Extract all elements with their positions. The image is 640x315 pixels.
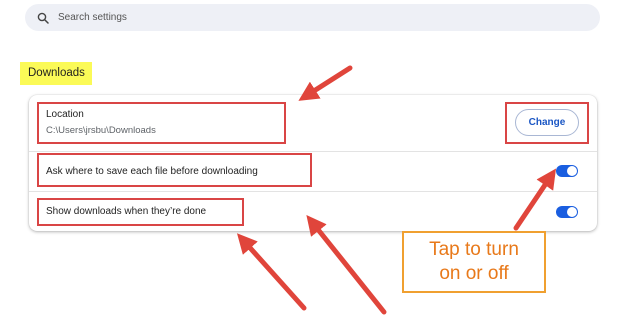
callout-line-1: Tap to turn [429, 239, 519, 260]
arrow-to-location [298, 65, 353, 101]
callout-line-2: on or off [439, 263, 509, 284]
arrow-to-ask-toggle [513, 168, 557, 231]
tap-to-toggle-callout: Tap to turn on or off [402, 231, 546, 293]
settings-page: Downloads Location C:\Users\jrsbu\Downlo… [0, 0, 640, 315]
arrow-to-show-label-left [236, 233, 307, 311]
arrow-to-show-label-right [306, 214, 387, 315]
